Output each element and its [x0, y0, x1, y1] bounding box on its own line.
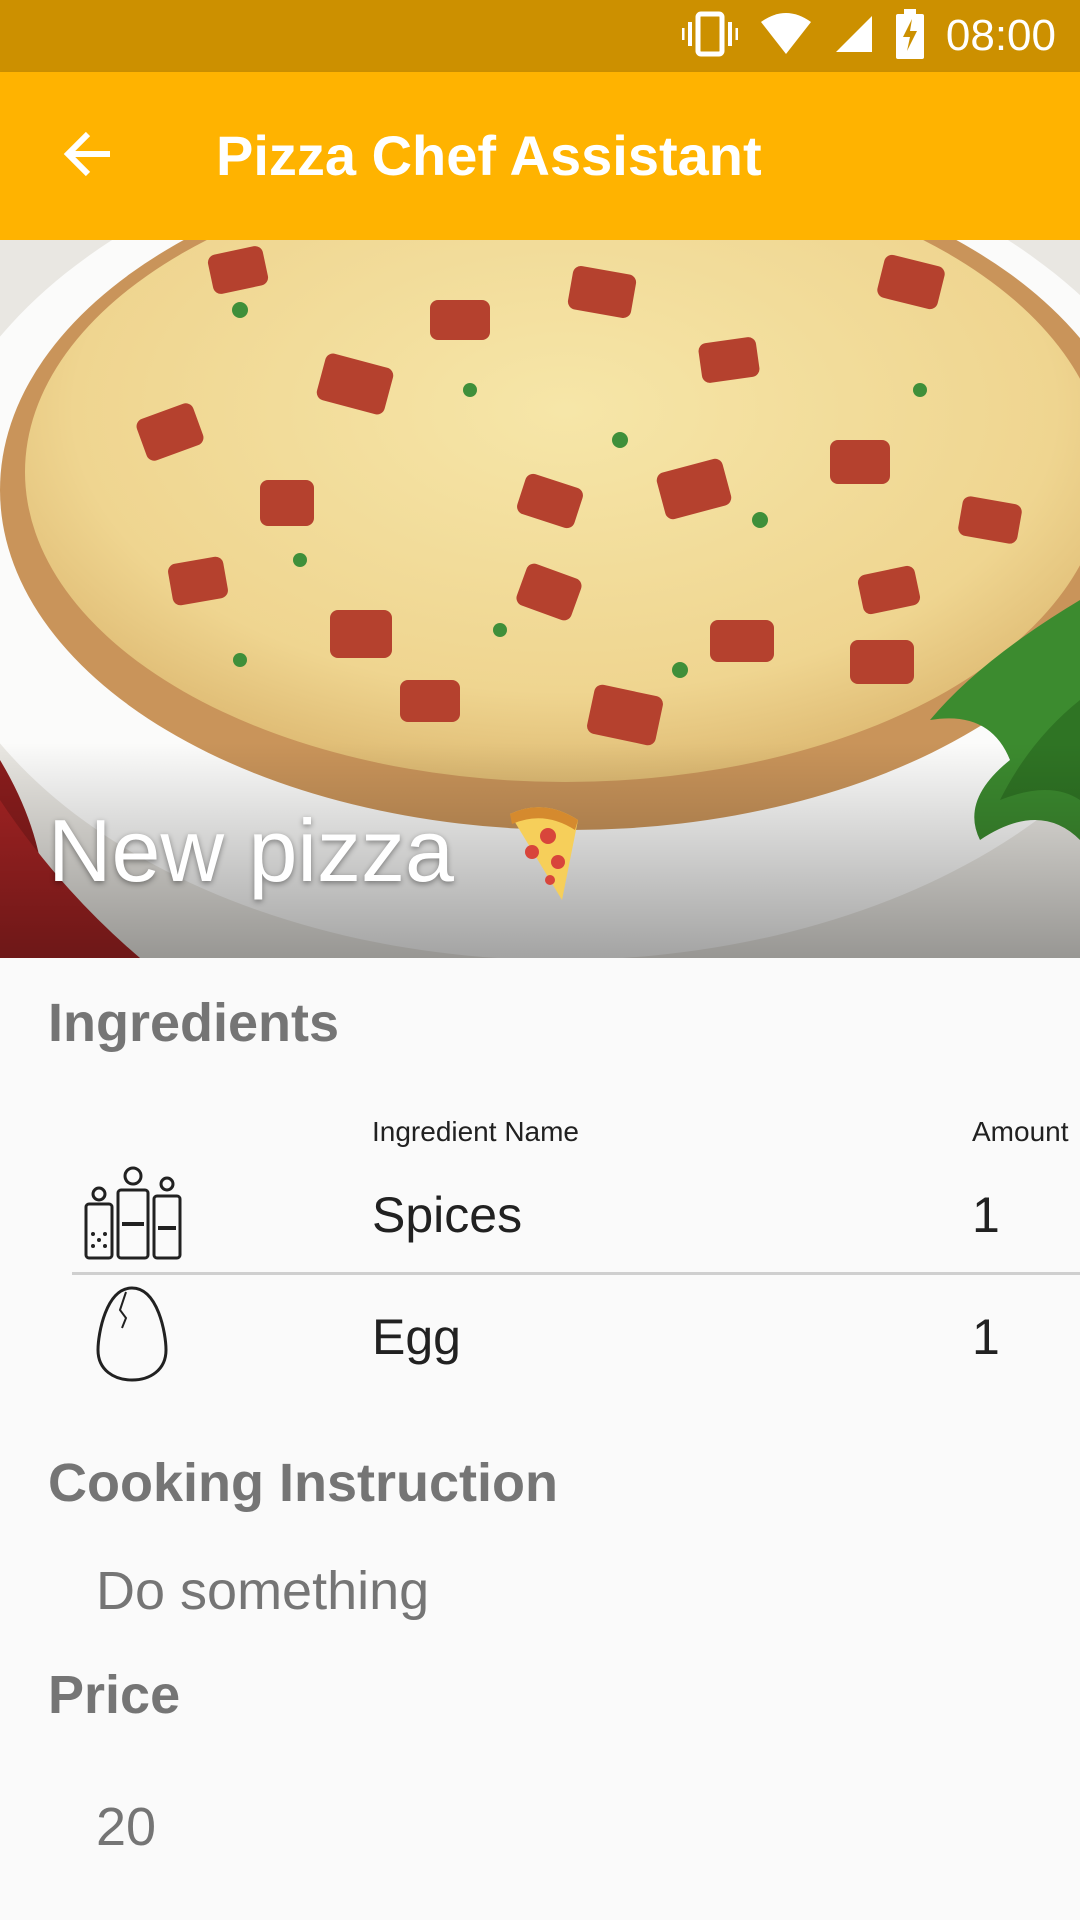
- wifi-icon: [760, 12, 812, 61]
- battery-charging-icon: [895, 8, 924, 64]
- arrow-back-icon: [62, 128, 114, 185]
- app-title: Pizza Chef Assistant: [216, 124, 762, 187]
- egg-icon: [96, 1284, 168, 1389]
- ingredient-name: Egg: [372, 1309, 461, 1365]
- amount-header: Amount: [972, 1116, 1069, 1147]
- status-time: 08:00: [945, 11, 1056, 60]
- cooking-instruction-text: Do something: [96, 1561, 430, 1621]
- back-button[interactable]: [48, 116, 128, 196]
- price-section-title: Price: [48, 1665, 181, 1725]
- ingredient-amount: 1: [972, 1187, 1000, 1243]
- ingredient-amount: 1: [972, 1309, 1000, 1365]
- spices-icon: [84, 1162, 182, 1267]
- vibrate-icon: [681, 10, 739, 63]
- ingredient-name: Spices: [372, 1187, 523, 1243]
- ingredient-name-header: Ingredient Name: [372, 1116, 580, 1147]
- row-divider: [72, 1272, 1080, 1275]
- status-bar: 08:00: [0, 0, 1080, 72]
- cellular-signal-icon: [834, 14, 874, 59]
- cooking-section-title: Cooking Instruction: [48, 1453, 558, 1513]
- pizza-name: New pizza: [48, 801, 454, 900]
- pizza-image: New pizza: [0, 240, 1080, 958]
- status-icons: 08:00: [681, 0, 1056, 72]
- pizza-slice-icon: [492, 800, 588, 909]
- price-value: 20: [96, 1797, 157, 1857]
- app-bar: Pizza Chef Assistant: [0, 72, 1080, 240]
- ingredients-section-title: Ingredients: [48, 993, 340, 1053]
